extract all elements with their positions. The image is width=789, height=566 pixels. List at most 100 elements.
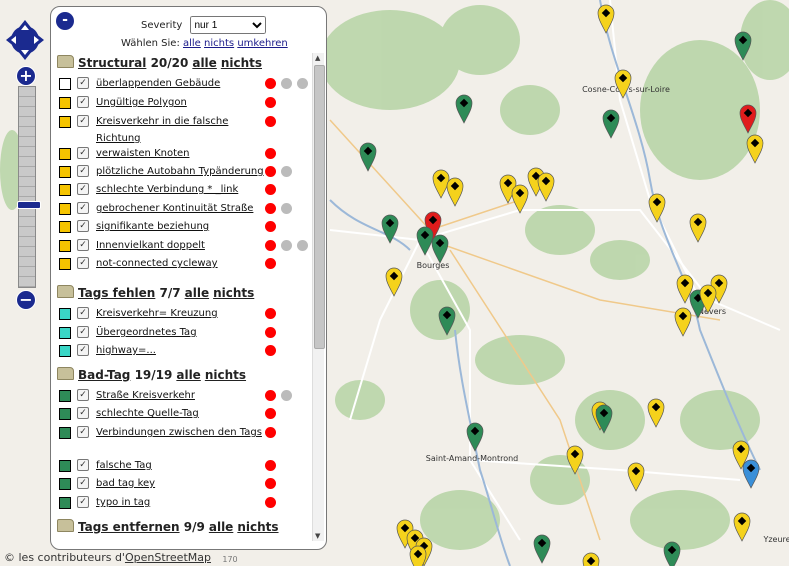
level-1-dot[interactable] <box>265 148 276 159</box>
issue-label[interactable]: signifikante beziehung <box>96 218 264 235</box>
issue-checkbox[interactable]: ✓ <box>77 77 89 89</box>
folder-icon[interactable] <box>57 519 74 532</box>
level-1-dot[interactable] <box>265 184 276 195</box>
select-all-link[interactable]: alle <box>183 38 201 49</box>
place-label: Saint-Amand-Montrond <box>426 454 518 463</box>
issue-label[interactable]: plötzliche Autobahn Typänderung <box>96 163 264 180</box>
issue-label[interactable]: Ungültige Polygon <box>96 94 264 111</box>
pan-control[interactable] <box>6 20 44 64</box>
zoom-out-button[interactable]: − <box>16 290 36 310</box>
issue-label[interactable]: verwaisten Knoten <box>96 145 264 162</box>
level-1-dot[interactable] <box>265 166 276 177</box>
level-inactive-dot[interactable] <box>281 240 292 251</box>
level-1-dot[interactable] <box>265 345 276 356</box>
issue-checkbox[interactable]: ✓ <box>77 202 89 214</box>
issue-checkbox[interactable]: ✓ <box>77 459 89 471</box>
issue-label[interactable]: bad tag key <box>96 475 264 492</box>
scrollbar[interactable]: ▲ ▼ <box>312 53 325 541</box>
issue-checkbox[interactable]: ✓ <box>77 183 89 195</box>
issue-label[interactable]: Kreisverkehr in die falsche Richtung <box>96 113 264 147</box>
group-title[interactable]: Tags entfernen <box>78 520 180 534</box>
issue-checkbox[interactable]: ✓ <box>77 96 89 108</box>
issue-checkbox[interactable]: ✓ <box>77 147 89 159</box>
issue-checkbox[interactable]: ✓ <box>77 115 89 127</box>
issue-checkbox[interactable]: ✓ <box>77 496 89 508</box>
group-all-link[interactable]: alle <box>185 286 209 300</box>
severity-row: Severity nur 1 <box>141 16 266 34</box>
issue-label[interactable]: schlechte Verbindung * _link <box>96 181 264 198</box>
level-1-dot[interactable] <box>265 203 276 214</box>
select-none-link[interactable]: nichts <box>204 38 234 49</box>
issue-label[interactable]: überlappenden Gebäude <box>96 75 264 92</box>
level-1-dot[interactable] <box>265 258 276 269</box>
group-all-link[interactable]: alle <box>192 56 216 70</box>
level-1-dot[interactable] <box>265 327 276 338</box>
issue-checkbox[interactable]: ✓ <box>77 326 89 338</box>
level-1-dot[interactable] <box>265 221 276 232</box>
issue-label[interactable]: Verbindungen zwischen den Tags <box>96 424 264 441</box>
level-inactive-dot[interactable] <box>297 240 308 251</box>
level-1-dot[interactable] <box>265 460 276 471</box>
group-none-link[interactable]: nichts <box>213 286 254 300</box>
level-inactive-dot[interactable] <box>281 78 292 89</box>
scroll-up-icon[interactable]: ▲ <box>315 54 320 62</box>
issue-type-icon <box>59 166 71 178</box>
level-1-dot[interactable] <box>265 116 276 127</box>
issue-label[interactable]: schlechte Quelle-Tag <box>96 405 264 422</box>
issue-checkbox[interactable]: ✓ <box>77 477 89 489</box>
collapse-button[interactable]: - <box>56 12 74 30</box>
severity-select[interactable]: nur 1 <box>189 16 266 34</box>
group-title[interactable]: Tags fehlen <box>78 286 155 300</box>
group-none-link[interactable]: nichts <box>205 368 246 382</box>
level-inactive-dot[interactable] <box>297 78 308 89</box>
issue-label[interactable]: Übergeordnetes Tag <box>96 324 264 341</box>
level-1-dot[interactable] <box>265 427 276 438</box>
issue-checkbox[interactable]: ✓ <box>77 389 89 401</box>
level-inactive-dot[interactable] <box>281 203 292 214</box>
group-none-link[interactable]: nichts <box>237 520 278 534</box>
level-1-dot[interactable] <box>265 497 276 508</box>
issue-label[interactable]: not-connected cycleway <box>96 255 264 272</box>
group-none-link[interactable]: nichts <box>221 56 262 70</box>
issue-checkbox[interactable]: ✓ <box>77 220 89 232</box>
level-1-dot[interactable] <box>265 478 276 489</box>
folder-icon[interactable] <box>57 285 74 298</box>
issue-checkbox[interactable]: ✓ <box>77 257 89 269</box>
folder-icon[interactable] <box>57 367 74 380</box>
issue-label[interactable]: Kreisverkehr= Kreuzung <box>96 305 264 322</box>
issue-label[interactable]: typo in tag <box>96 494 264 511</box>
group-all-link[interactable]: alle <box>176 368 200 382</box>
scroll-down-icon[interactable]: ▼ <box>315 532 320 540</box>
issue-checkbox[interactable]: ✓ <box>77 344 89 356</box>
level-1-dot[interactable] <box>265 240 276 251</box>
select-invert-link[interactable]: umkehren <box>237 38 287 49</box>
issue-checkbox[interactable]: ✓ <box>77 426 89 438</box>
level-1-dot[interactable] <box>265 408 276 419</box>
issue-checkbox[interactable]: ✓ <box>77 407 89 419</box>
group-all-link[interactable]: alle <box>209 520 233 534</box>
issue-type-icon <box>59 497 71 509</box>
level-1-dot[interactable] <box>265 78 276 89</box>
level-inactive-dot[interactable] <box>281 166 292 177</box>
zoom-in-button[interactable]: + <box>16 66 36 86</box>
issue-label[interactable]: gebrochener Kontinuität Straße <box>96 200 264 217</box>
group-title[interactable]: Structural <box>78 56 146 70</box>
zoom-slider-handle[interactable] <box>17 201 41 209</box>
issue-type-icon <box>59 97 71 109</box>
level-inactive-dot[interactable] <box>281 390 292 401</box>
issue-checkbox[interactable]: ✓ <box>77 307 89 319</box>
level-1-dot[interactable] <box>265 97 276 108</box>
issue-label[interactable]: highway=... <box>96 342 264 359</box>
osm-link[interactable]: OpenStreetMap <box>125 551 211 564</box>
zoom-bar[interactable] <box>17 86 41 288</box>
group-title[interactable]: Bad-Tag <box>78 368 130 382</box>
issue-checkbox[interactable]: ✓ <box>77 165 89 177</box>
scrollbar-thumb[interactable] <box>314 65 325 349</box>
issue-label[interactable]: Straße Kreisverkehr <box>96 387 264 404</box>
level-1-dot[interactable] <box>265 308 276 319</box>
folder-icon[interactable] <box>57 55 74 68</box>
issue-label[interactable]: Innenvielkant doppelt <box>96 237 264 254</box>
issue-label[interactable]: falsche Tag <box>96 457 264 474</box>
level-1-dot[interactable] <box>265 390 276 401</box>
issue-checkbox[interactable]: ✓ <box>77 239 89 251</box>
